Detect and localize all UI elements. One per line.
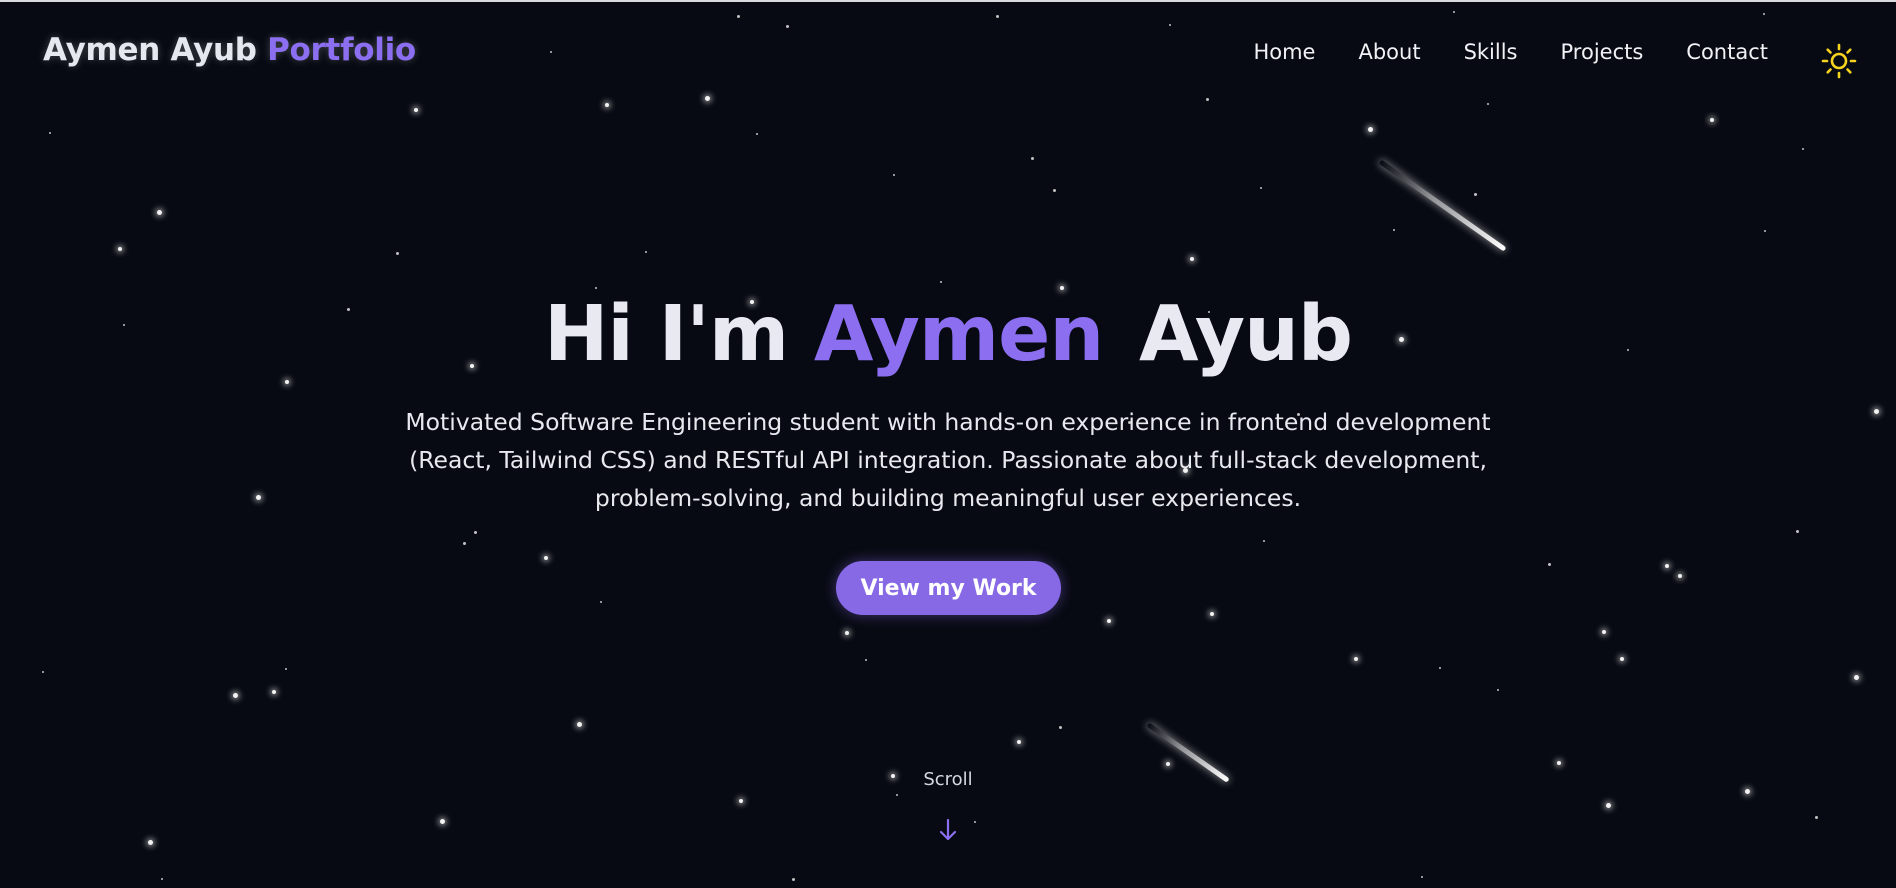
star: [414, 108, 418, 112]
star: [49, 132, 51, 134]
star: [473, 530, 477, 534]
star: [896, 794, 898, 796]
star: [42, 671, 44, 673]
star: [756, 133, 758, 135]
nav-link-skills[interactable]: Skills: [1464, 40, 1518, 64]
star: [1058, 725, 1062, 729]
star: [272, 690, 276, 694]
portfolio-page: Aymen Ayub Portfolio Home About Skills P…: [0, 0, 1896, 888]
star: [147, 839, 153, 845]
star: [285, 668, 287, 670]
star: [395, 251, 399, 255]
star: [1107, 619, 1111, 623]
star: [1873, 408, 1879, 414]
star: [1190, 257, 1194, 261]
brand-name: Aymen Ayub: [43, 32, 257, 68]
star: [1853, 674, 1859, 680]
main-nav: Home About Skills Projects Contact: [1253, 40, 1768, 64]
star: [1354, 657, 1358, 661]
star: [1763, 13, 1765, 15]
star: [550, 51, 552, 53]
hero-title: Hi I'm Aymen Ayub: [0, 290, 1896, 379]
star: [1665, 564, 1669, 568]
star: [1030, 156, 1034, 160]
star: [1260, 187, 1262, 189]
star: [1710, 118, 1714, 122]
star: [1166, 762, 1170, 766]
star: [865, 659, 867, 661]
star: [156, 209, 162, 215]
star: [1547, 562, 1551, 566]
star: [595, 287, 597, 289]
nav-link-contact[interactable]: Contact: [1686, 40, 1768, 64]
star: [1814, 815, 1818, 819]
star: [232, 692, 238, 698]
star: [1602, 630, 1606, 634]
star: [1421, 876, 1423, 878]
hero-description: Motivated Software Engineering student w…: [405, 408, 1491, 512]
star: [255, 494, 261, 500]
nav-link-home[interactable]: Home: [1253, 40, 1315, 64]
star: [893, 174, 895, 176]
arrow-down-icon[interactable]: [938, 818, 958, 842]
star: [791, 877, 795, 881]
star: [1052, 188, 1056, 192]
star: [1764, 230, 1766, 232]
view-work-button[interactable]: View my Work: [836, 561, 1061, 615]
star: [1263, 540, 1265, 542]
star: [1169, 24, 1171, 26]
hero-first-name: Aymen: [813, 290, 1104, 379]
nav-link-about[interactable]: About: [1358, 40, 1420, 64]
star: [1802, 148, 1804, 150]
star: [645, 251, 647, 253]
star: [1620, 657, 1624, 661]
star: [704, 95, 710, 101]
scroll-label: Scroll: [923, 769, 973, 790]
star: [1605, 802, 1611, 808]
star: [544, 556, 548, 560]
star: [1210, 612, 1214, 616]
star: [1487, 103, 1489, 105]
star: [995, 14, 999, 18]
star: [974, 821, 976, 823]
star: [736, 14, 740, 18]
star: [1439, 667, 1441, 669]
star: [1017, 740, 1021, 744]
star: [600, 601, 602, 603]
star: [845, 631, 849, 635]
hero-greeting: Hi I'm: [543, 290, 789, 379]
star: [785, 24, 789, 28]
sun-icon: [1821, 43, 1857, 79]
star: [1205, 97, 1209, 101]
star: [285, 380, 289, 384]
star: [1393, 229, 1395, 231]
star: [605, 103, 609, 107]
star: [940, 281, 942, 283]
star: [1367, 126, 1373, 132]
site-logo[interactable]: Aymen Ayub Portfolio: [43, 32, 416, 68]
star: [161, 878, 163, 880]
star: [739, 799, 743, 803]
star: [1497, 689, 1499, 691]
star: [118, 247, 122, 251]
star: [439, 818, 445, 824]
theme-toggle-button[interactable]: [1820, 42, 1858, 80]
star: [1557, 761, 1561, 765]
brand-accent: Portfolio: [267, 32, 416, 68]
nav-link-projects[interactable]: Projects: [1561, 40, 1644, 64]
star: [1453, 11, 1455, 13]
star: [576, 721, 582, 727]
star: [462, 541, 466, 545]
shooting-star: [1378, 159, 1507, 252]
star: [1795, 529, 1799, 533]
star: [1678, 574, 1682, 578]
hero-last-name: Ayub: [1139, 290, 1353, 379]
star: [1473, 192, 1477, 196]
